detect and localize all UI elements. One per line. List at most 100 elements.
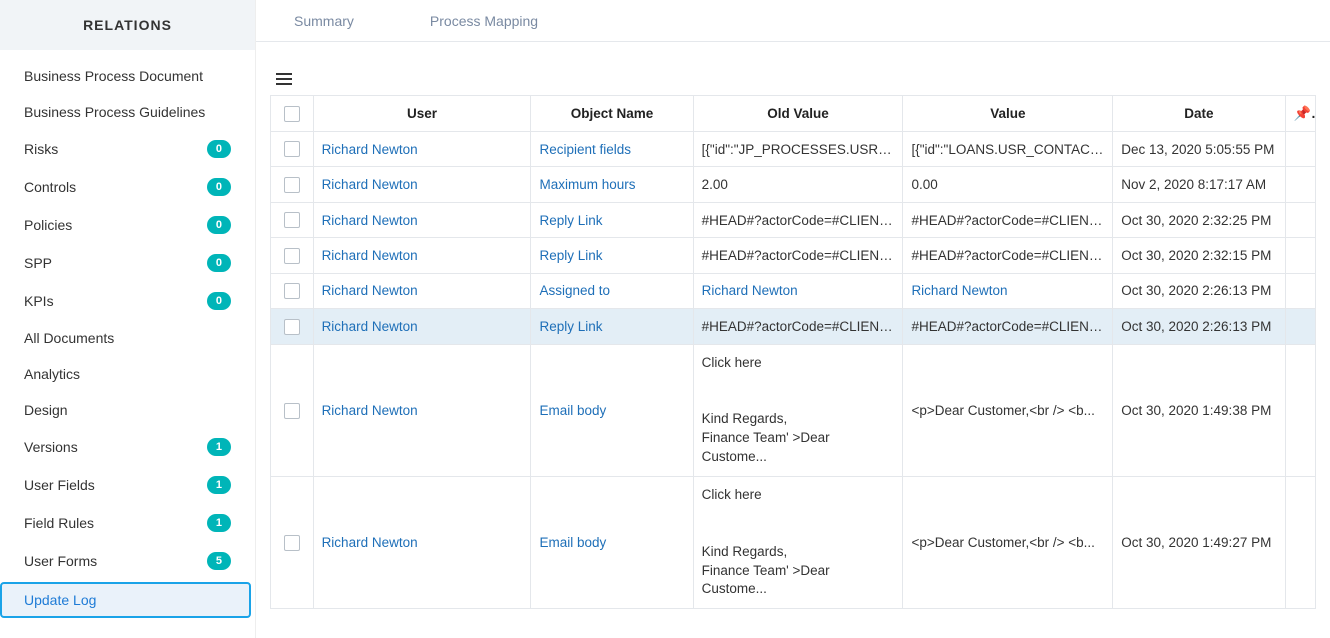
cell-pin [1285,238,1315,273]
table-row[interactable]: Richard NewtonReply Link #HEAD#?actorCode… [271,309,1316,344]
cell-date: Oct 30, 2020 1:49:38 PM [1113,344,1285,476]
cell-object-name[interactable]: Email body [531,344,693,476]
cell-old-value: 2.00 [693,167,903,202]
cell-user[interactable]: Richard Newton [313,132,531,167]
badge: 0 [207,254,231,272]
sidebar-item-spp[interactable]: SPP 0 [0,244,255,282]
cell-pin [1285,132,1315,167]
row-checkbox-cell [271,309,314,344]
sidebar-item-label: Risks [24,141,58,157]
toolbar [256,42,1330,95]
pin-icon: 📌 [1294,105,1316,121]
cell-date: Oct 30, 2020 1:49:27 PM [1113,476,1285,608]
cell-object-name[interactable]: Reply Link [531,309,693,344]
table-row[interactable]: Richard NewtonEmail bodyClick here Kind … [271,344,1316,476]
table-row[interactable]: Richard NewtonEmail bodyClick here Kind … [271,476,1316,608]
column-header-value[interactable]: Value [903,96,1113,132]
cell-old-value: #HEAD#?actorCode=#CLIENT... [693,202,903,237]
badge: 0 [207,292,231,310]
column-header-user[interactable]: User [313,96,531,132]
row-checkbox[interactable] [284,177,300,193]
cell-user[interactable]: Richard Newton [313,202,531,237]
sidebar-item-analytics[interactable]: Analytics [0,356,255,392]
header-pin[interactable]: 📌 [1285,96,1315,132]
cell-object-name[interactable]: Maximum hours [531,167,693,202]
badge: 1 [207,476,231,494]
sidebar-item-label: KPIs [24,293,54,309]
sidebar-item-field-rules[interactable]: Field Rules 1 [0,504,255,542]
table-row[interactable]: Richard NewtonReply Link#HEAD#?actorCode… [271,238,1316,273]
cell-user[interactable]: Richard Newton [313,309,531,344]
column-header-date[interactable]: Date [1113,96,1285,132]
table-row[interactable]: Richard NewtonAssigned toRichard NewtonR… [271,273,1316,308]
hamburger-icon[interactable] [276,73,292,85]
sidebar-item-risks[interactable]: Risks 0 [0,130,255,168]
sidebar-item-label: Policies [24,217,72,233]
cell-value: <p>Dear Customer,<br /> <b... [903,476,1113,608]
sidebar-item-user-fields[interactable]: User Fields1 [0,466,255,504]
cell-value: <p>Dear Customer,<br /> <b... [903,344,1113,476]
sidebar-item-label: Update Log [24,592,96,608]
sidebar-title: RELATIONS [0,0,255,50]
cell-user[interactable]: Richard Newton [313,273,531,308]
row-checkbox[interactable] [284,248,300,264]
tab-summary[interactable]: Summary [276,1,372,41]
row-checkbox[interactable] [284,403,300,419]
row-checkbox-cell [271,202,314,237]
sidebar-item-business-process-document[interactable]: Business Process Document [0,58,255,94]
cell-object-name[interactable]: Email body [531,476,693,608]
cell-value: Richard Newton [903,273,1113,308]
cell-date: Oct 30, 2020 2:32:15 PM [1113,238,1285,273]
main: Summary Process Mapping UserObject NameOl… [256,0,1330,638]
sidebar-item-versions[interactable]: Versions1 [0,428,255,466]
table-row[interactable]: Richard NewtonMaximum hours2.000.00Nov 2… [271,167,1316,202]
cell-user[interactable]: Richard Newton [313,476,531,608]
sidebar-item-business-process-guidelines[interactable]: Business Process Guidelines [0,94,255,130]
column-header-old-value[interactable]: Old Value [693,96,903,132]
cell-object-name[interactable]: Recipient fields [531,132,693,167]
cell-object-name[interactable]: Reply Link [531,238,693,273]
cell-date: Oct 30, 2020 2:32:25 PM [1113,202,1285,237]
sidebar-item-kpis[interactable]: KPIs 0 [0,282,255,320]
table-row[interactable]: Richard NewtonReply Link#HEAD#?actorCode… [271,202,1316,237]
sidebar-items: Business Process Document Business Proces… [0,50,255,638]
update-log-table: UserObject NameOld ValueValueDate 📌 Richa… [270,95,1316,609]
cell-value: [{"id":"LOANS.USR_CONTACT_... [903,132,1113,167]
sidebar-item-controls[interactable]: Controls0 [0,168,255,206]
badge: 5 [207,552,231,570]
sidebar-item-policies[interactable]: Policies 0 [0,206,255,244]
header-checkbox[interactable] [271,96,314,132]
column-header-object-name[interactable]: Object Name [531,96,693,132]
sidebar-item-label: SPP [24,255,52,271]
table-row[interactable]: Richard NewtonRecipient fields[{"id":"JP… [271,132,1316,167]
cell-user[interactable]: Richard Newton [313,238,531,273]
badge: 0 [207,140,231,158]
sidebar-item-user-forms[interactable]: User Forms5 [0,542,255,580]
row-checkbox[interactable] [284,319,300,335]
badge: 1 [207,514,231,532]
tab-process-mapping[interactable]: Process Mapping [412,1,556,41]
cell-user[interactable]: Richard Newton [313,167,531,202]
badge: 0 [207,178,231,196]
cell-old-value: Click here Kind Regards,Finance Team' >D… [693,476,903,608]
sidebar-item-label: Business Process Document [24,68,203,84]
row-checkbox-cell [271,132,314,167]
row-checkbox[interactable] [284,535,300,551]
row-checkbox-cell [271,344,314,476]
sidebar-item-design[interactable]: Design [0,392,255,428]
cell-old-value: Richard Newton [693,273,903,308]
sidebar-item-label: Field Rules [24,515,94,531]
row-checkbox[interactable] [284,283,300,299]
row-checkbox[interactable] [284,141,300,157]
sidebar-item-all-documents[interactable]: All Documents [0,320,255,356]
cell-date: Dec 13, 2020 5:05:55 PM [1113,132,1285,167]
badge: 0 [207,216,231,234]
cell-object-name[interactable]: Reply Link [531,202,693,237]
sidebar-item-update-log[interactable]: Update Log [0,582,251,618]
cell-user[interactable]: Richard Newton [313,344,531,476]
select-all-checkbox[interactable] [284,106,300,122]
cell-object-name[interactable]: Assigned to [531,273,693,308]
row-checkbox[interactable] [284,212,300,228]
sidebar: RELATIONS Business Process DocumentBusin… [0,0,256,638]
cell-value: #HEAD#?actorCode=#CLIENT... [903,309,1113,344]
